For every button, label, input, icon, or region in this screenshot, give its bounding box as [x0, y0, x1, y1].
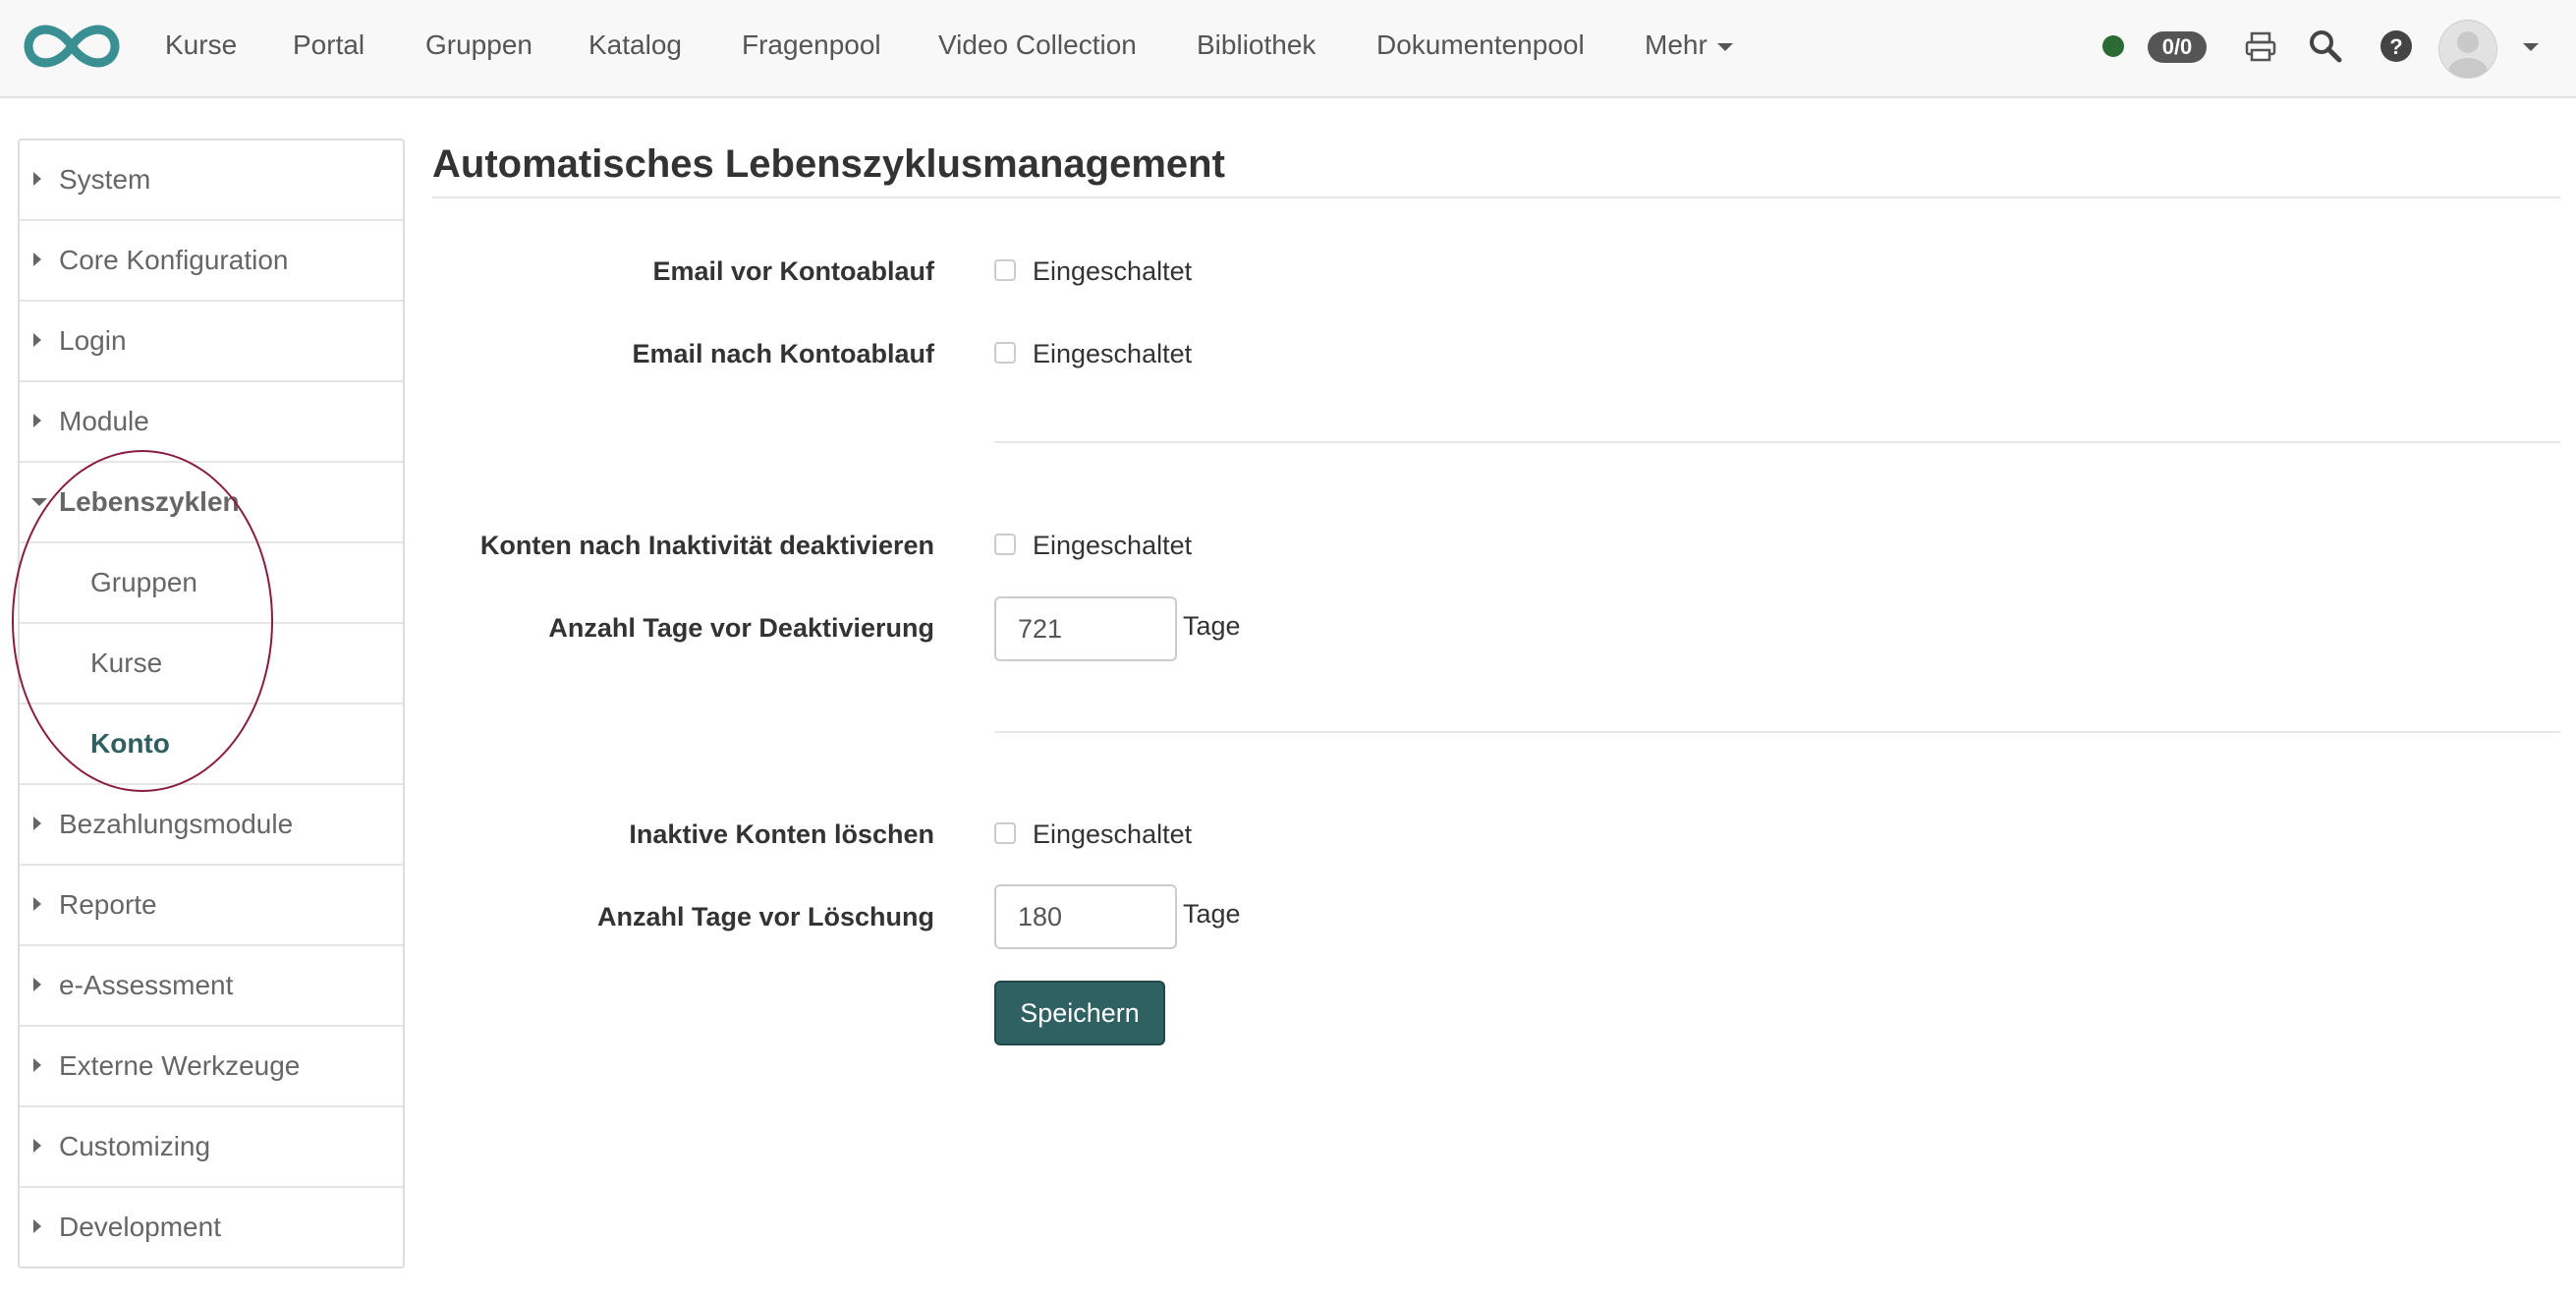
- email-before-label: Email vor Kontoablauf: [652, 256, 934, 286]
- sidebar-item-label: e-Assessment: [59, 970, 234, 1000]
- logo-icon[interactable]: [20, 20, 124, 73]
- title-divider: [432, 197, 2560, 198]
- sidebar-item-label: Module: [59, 406, 149, 436]
- avatar[interactable]: [2438, 20, 2497, 79]
- admin-sidebar: System Core Konfiguration Login Module L…: [18, 139, 405, 1269]
- email-after-checkbox[interactable]: [994, 342, 1016, 364]
- email-before-checkbox-label[interactable]: Eingeschaltet: [1033, 256, 1192, 287]
- sidebar-subitem-konto[interactable]: Konto: [20, 705, 403, 785]
- days-deactivate-label: Anzahl Tage vor Deaktivierung: [548, 613, 934, 643]
- delete-inactive-checkbox[interactable]: [994, 822, 1016, 844]
- caret-right-icon: [33, 1219, 41, 1233]
- caret-right-icon: [33, 978, 41, 991]
- nav-dokumentenpool[interactable]: Dokumentenpool: [1376, 29, 1585, 61]
- top-navigation: Kurse Portal Gruppen Katalog Fragenpool …: [0, 0, 2576, 98]
- sidebar-item-label: Core Konfiguration: [59, 245, 289, 275]
- sidebar-item-label: Development: [59, 1212, 221, 1242]
- sidebar-item-login[interactable]: Login: [20, 302, 403, 382]
- page-title: Automatisches Lebenszyklusmanagement: [432, 142, 1225, 186]
- print-icon[interactable]: [2242, 28, 2279, 65]
- nav-portal[interactable]: Portal: [293, 29, 364, 61]
- sidebar-item-label: Bezahlungsmodule: [59, 809, 294, 839]
- sidebar-item-label: Lebenszyklen: [59, 486, 240, 517]
- help-icon[interactable]: ?: [2378, 28, 2415, 65]
- caret-right-icon: [33, 1058, 41, 1072]
- deactivate-checkbox[interactable]: [994, 534, 1016, 555]
- sidebar-item-label: Reporte: [59, 889, 157, 920]
- sidebar-item-label: Kurse: [90, 648, 163, 678]
- sidebar-item-label: Customizing: [59, 1131, 211, 1161]
- sidebar-item-reporte[interactable]: Reporte: [20, 866, 403, 946]
- days-deactivate-input[interactable]: [994, 596, 1177, 661]
- notification-badge[interactable]: 0/0: [2148, 31, 2207, 63]
- days-delete-label: Anzahl Tage vor Löschung: [596, 902, 934, 931]
- sidebar-item-label: Konto: [90, 728, 170, 759]
- caret-right-icon: [33, 172, 41, 186]
- caret-right-icon: [33, 897, 41, 911]
- user-silhouette-icon: [2448, 31, 2488, 78]
- caret-right-icon: [33, 333, 41, 347]
- sidebar-item-lebenszyklen[interactable]: Lebenszyklen: [20, 463, 403, 543]
- nav-fragenpool[interactable]: Fragenpool: [742, 29, 881, 61]
- deactivate-label: Konten nach Inaktivität deaktivieren: [479, 531, 934, 560]
- delete-inactive-checkbox-label[interactable]: Eingeschaltet: [1033, 819, 1192, 850]
- nav-mehr[interactable]: Mehr: [1645, 29, 1733, 61]
- email-after-checkbox-label[interactable]: Eingeschaltet: [1033, 339, 1192, 369]
- sidebar-subitem-kurse[interactable]: Kurse: [20, 624, 403, 705]
- save-button[interactable]: Speichern: [994, 981, 1165, 1045]
- sidebar-item-development[interactable]: Development: [20, 1188, 403, 1267]
- caret-right-icon: [33, 817, 41, 830]
- caret-right-icon: [33, 414, 41, 427]
- sidebar-item-customizing[interactable]: Customizing: [20, 1107, 403, 1188]
- deactivate-checkbox-label[interactable]: Eingeschaltet: [1033, 531, 1192, 561]
- svg-text:?: ?: [2389, 34, 2402, 59]
- email-before-checkbox[interactable]: [994, 259, 1016, 281]
- sidebar-item-label: Externe Werkzeuge: [59, 1050, 301, 1081]
- sidebar-item-module[interactable]: Module: [20, 382, 403, 463]
- caret-down-icon: [31, 498, 47, 506]
- search-icon[interactable]: [2307, 28, 2344, 65]
- chevron-down-icon: [1716, 42, 1733, 51]
- sidebar-item-label: Login: [59, 325, 127, 356]
- nav-bibliothek[interactable]: Bibliothek: [1197, 29, 1316, 61]
- days-delete-input[interactable]: [994, 884, 1177, 949]
- section-divider: [994, 731, 2560, 733]
- chevron-down-icon[interactable]: [2523, 43, 2539, 51]
- nav-gruppen[interactable]: Gruppen: [425, 29, 532, 61]
- days-deactivate-unit: Tage: [1183, 611, 1241, 641]
- email-after-label: Email nach Kontoablauf: [632, 339, 934, 368]
- nav-mehr-label: Mehr: [1645, 29, 1708, 60]
- sidebar-item-bezahlungsmodule[interactable]: Bezahlungsmodule: [20, 785, 403, 866]
- status-indicator: [2102, 35, 2124, 57]
- caret-right-icon: [33, 253, 41, 266]
- nav-kurse[interactable]: Kurse: [165, 29, 237, 61]
- delete-inactive-label: Inaktive Konten löschen: [629, 819, 934, 849]
- sidebar-item-label: Gruppen: [90, 567, 197, 597]
- section-divider: [994, 441, 2560, 443]
- sidebar-item-label: System: [59, 164, 151, 195]
- days-delete-unit: Tage: [1183, 899, 1241, 929]
- sidebar-item-e-assessment[interactable]: e-Assessment: [20, 946, 403, 1027]
- sidebar-item-externe-werkzeuge[interactable]: Externe Werkzeuge: [20, 1027, 403, 1107]
- sidebar-item-system[interactable]: System: [20, 141, 403, 221]
- sidebar-subitem-gruppen[interactable]: Gruppen: [20, 543, 403, 624]
- nav-katalog[interactable]: Katalog: [588, 29, 682, 61]
- caret-right-icon: [33, 1139, 41, 1153]
- sidebar-item-core-konfiguration[interactable]: Core Konfiguration: [20, 221, 403, 302]
- nav-video-collection[interactable]: Video Collection: [938, 29, 1137, 61]
